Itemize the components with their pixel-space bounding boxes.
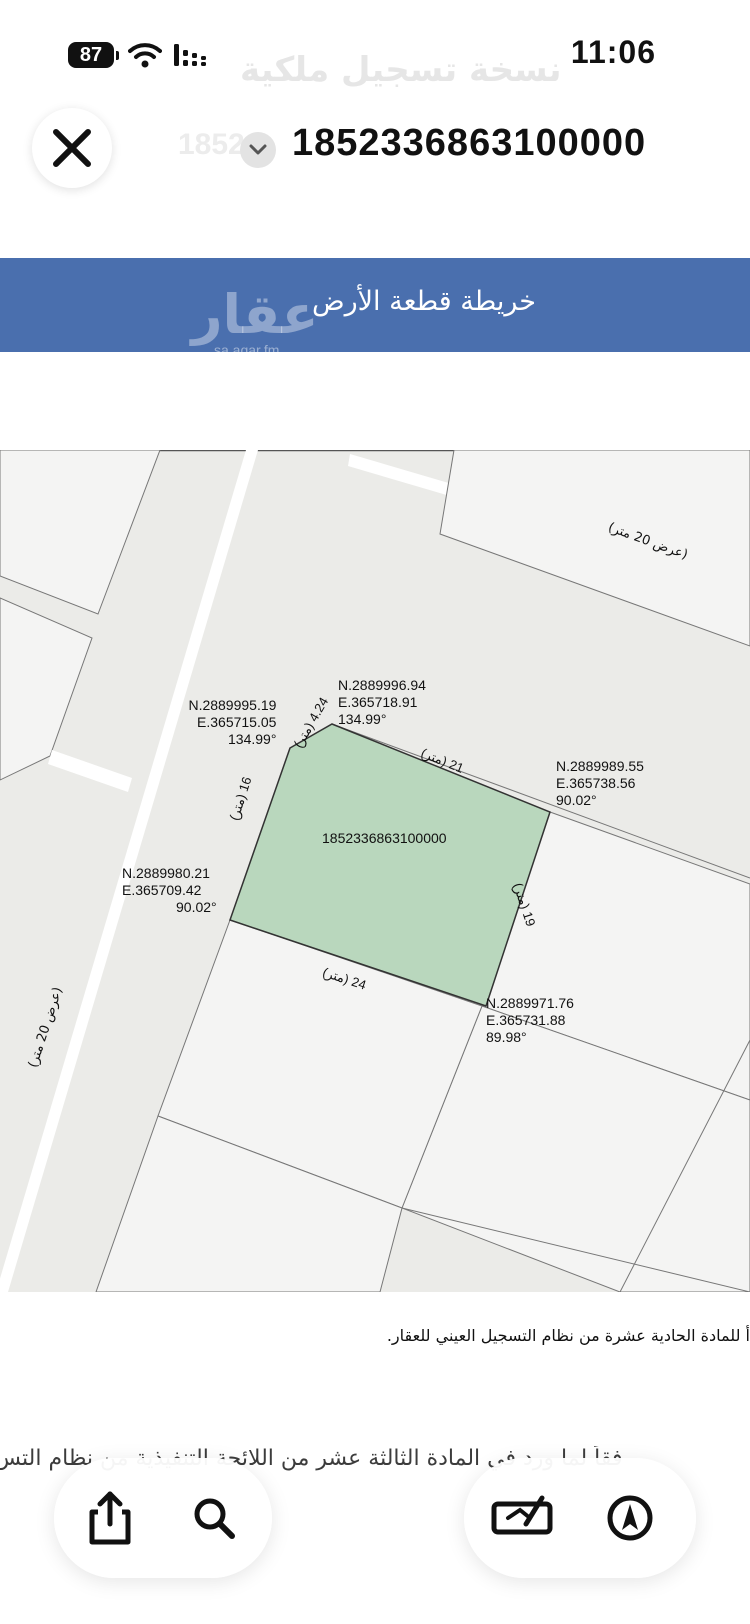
close-icon [53,129,91,167]
ghost-title: نسخة تسجيل ملكية [240,50,562,90]
document-number[interactable]: 1852336863100000 [292,122,646,165]
corner-coordinates: N.2889971.76 E.365731.88 89.98° [486,995,574,1045]
document-menu-button[interactable] [240,132,276,168]
clock: 11:06 [570,34,656,70]
corner-coordinates: N.2889980.21 E.365709.42 90.02° [122,865,217,915]
search-icon [194,1498,235,1539]
chevron-down-icon [249,144,267,155]
markup-icon [491,1495,553,1535]
parcel-id-label: 1852336863100000 [322,830,447,846]
navigate-button[interactable] [600,1488,660,1548]
ghost-number: 1852 [178,128,245,161]
share-button[interactable] [80,1488,140,1548]
bottom-toolbar-right [464,1458,696,1578]
map-canvas [0,450,750,1292]
battery-icon: 87 [68,42,119,68]
document-text-line: أ للمادة الحادية عشرة من نظام التسجيل ال… [386,1326,750,1345]
navigate-icon [607,1495,653,1541]
corner-coordinates: N.2889995.19 E.365715.05 134.99° [188,697,277,747]
search-button[interactable] [184,1488,244,1548]
land-parcel-map[interactable]: (عرض 20 متر) (عرض 20 متر) 18523368631000… [0,450,750,1292]
signal-icon [174,44,206,66]
wifi-icon [128,43,162,68]
close-button[interactable] [32,108,112,188]
markup-button[interactable] [490,1488,553,1548]
aqar-watermark-url: sa.aqar.fm [214,342,280,358]
corner-coordinates: N.2889989.55 E.365738.56 90.02° [556,758,644,808]
bottom-toolbar-left [54,1458,272,1578]
corner-coordinates: N.2889996.94 E.365718.91 134.99° [338,677,426,727]
banner-title: خريطة قطعة الأرض [311,286,536,317]
share-icon [89,1491,131,1545]
